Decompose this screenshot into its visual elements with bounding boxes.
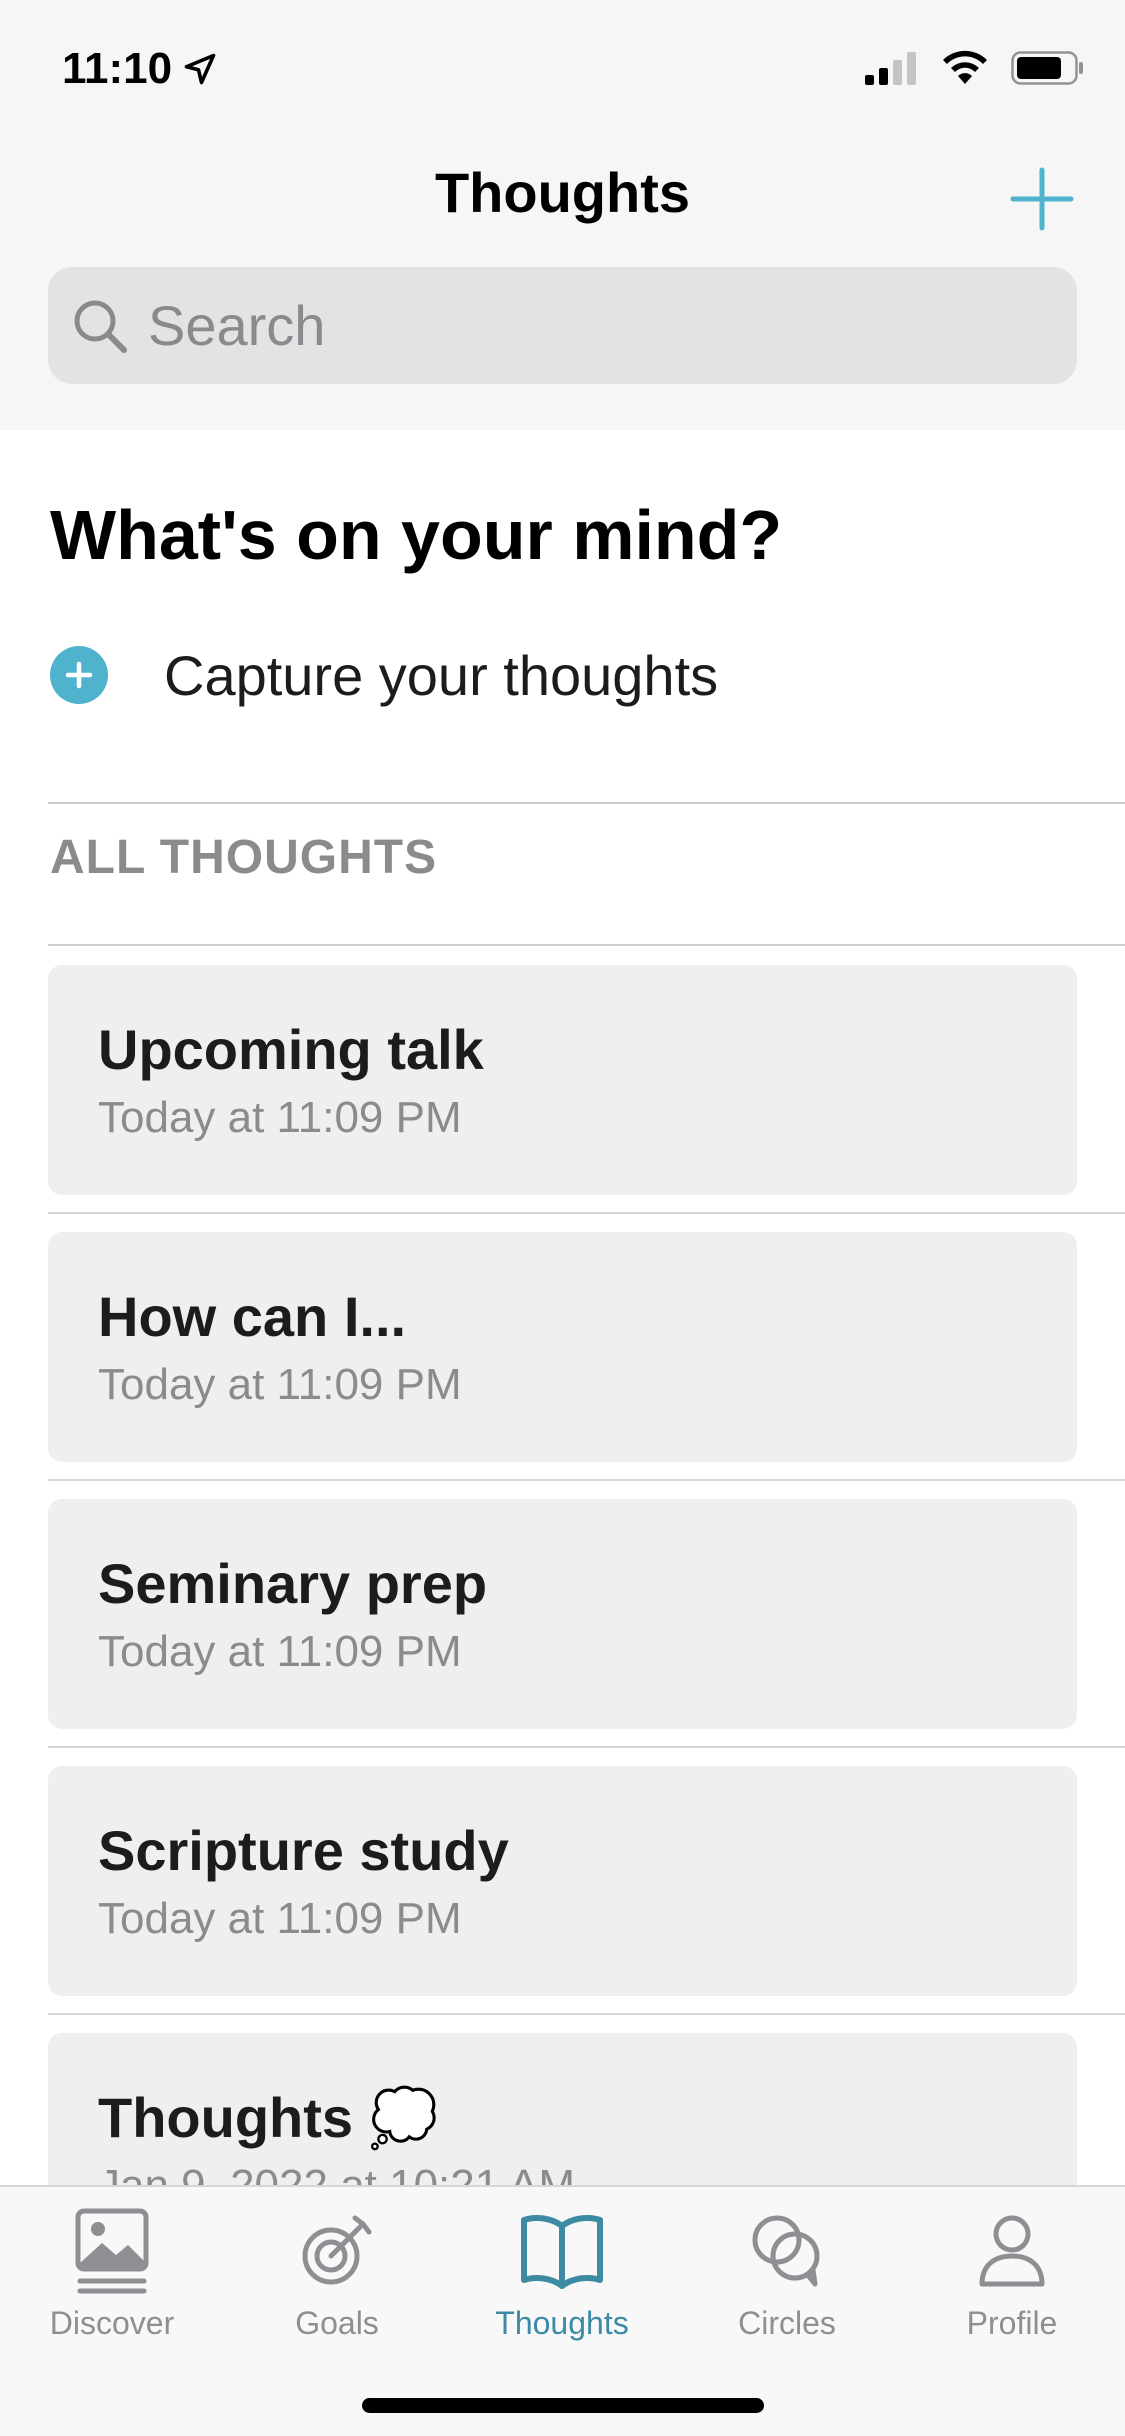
thought-date: Today at 11:09 PM <box>98 1093 462 1142</box>
chat-bubbles-icon <box>742 2205 832 2295</box>
add-circle-icon <box>50 646 108 704</box>
thought-title: Seminary prep <box>98 1552 488 1615</box>
thought-title: Upcoming talk <box>98 1018 484 1081</box>
thought-card[interactable]: Upcoming talk Today at 11:09 PM <box>48 965 1077 1195</box>
header: 11:10 Thoughts <box>0 0 1125 430</box>
location-arrow-icon <box>184 53 216 85</box>
thought-card[interactable]: Seminary prep Today at 11:09 PM <box>48 1499 1077 1729</box>
search-input[interactable] <box>148 293 1048 358</box>
thought-card[interactable]: Scripture study Today at 11:09 PM <box>48 1766 1077 1996</box>
book-icon <box>517 2205 607 2295</box>
battery-icon <box>1011 51 1083 85</box>
tab-label: Discover <box>49 2305 175 2341</box>
status-time-text: 11:10 <box>62 44 173 93</box>
home-indicator[interactable] <box>362 2398 764 2413</box>
thought-title: Scripture study <box>98 1819 509 1882</box>
capture-thoughts-label: Capture your thoughts <box>164 643 719 707</box>
thought-title: How can I... <box>98 1285 407 1348</box>
photo-icon <box>67 2205 157 2295</box>
row-separator <box>48 1212 1125 1214</box>
prompt-heading: What's on your mind? <box>50 496 783 574</box>
capture-thoughts-button[interactable]: Capture your thoughts <box>50 640 718 710</box>
thought-title: Thoughts 💭 <box>98 2086 439 2149</box>
section-header: ALL THOUGHTS <box>50 831 438 884</box>
cellular-signal-icon <box>865 52 916 85</box>
search-icon <box>74 300 127 353</box>
page-title: Thoughts <box>434 161 691 224</box>
thought-card[interactable]: How can I... Today at 11:09 PM <box>48 1232 1077 1462</box>
tab-label: Goals <box>295 2305 379 2341</box>
status-time: 11:10 <box>62 44 218 94</box>
thought-date: Today at 11:09 PM <box>98 1894 462 1943</box>
thought-date: Today at 11:09 PM <box>98 1360 462 1409</box>
tab-thoughts[interactable]: Thoughts <box>462 2205 662 2355</box>
tab-label: Circles <box>738 2305 836 2341</box>
thought-card[interactable]: Thoughts 💭 Jan 9, 2022 at 10:21 AM <box>48 2033 1077 2185</box>
tab-goals[interactable]: Goals <box>237 2205 437 2355</box>
thought-date: Today at 11:09 PM <box>98 1627 462 1676</box>
row-separator <box>48 2013 1125 2015</box>
person-icon <box>967 2205 1057 2295</box>
status-bar: 11:10 <box>0 0 1125 132</box>
add-thought-button[interactable] <box>1009 166 1075 232</box>
row-separator <box>48 1746 1125 1748</box>
search-bar[interactable] <box>48 267 1077 384</box>
divider <box>48 802 1125 804</box>
plus-icon <box>1010 167 1074 231</box>
wifi-icon <box>943 50 987 84</box>
tab-label: Thoughts <box>495 2305 629 2341</box>
thought-date: Jan 9, 2022 at 10:21 AM <box>98 2161 575 2185</box>
tab-profile[interactable]: Profile <box>912 2205 1112 2355</box>
tab-label: Profile <box>966 2305 1058 2341</box>
tab-discover[interactable]: Discover <box>12 2205 212 2355</box>
target-icon <box>292 2205 382 2295</box>
tab-circles[interactable]: Circles <box>687 2205 887 2355</box>
row-separator <box>48 1479 1125 1481</box>
status-indicators <box>865 50 1085 86</box>
thoughts-list: Upcoming talk Today at 11:09 PM How can … <box>0 945 1125 2185</box>
